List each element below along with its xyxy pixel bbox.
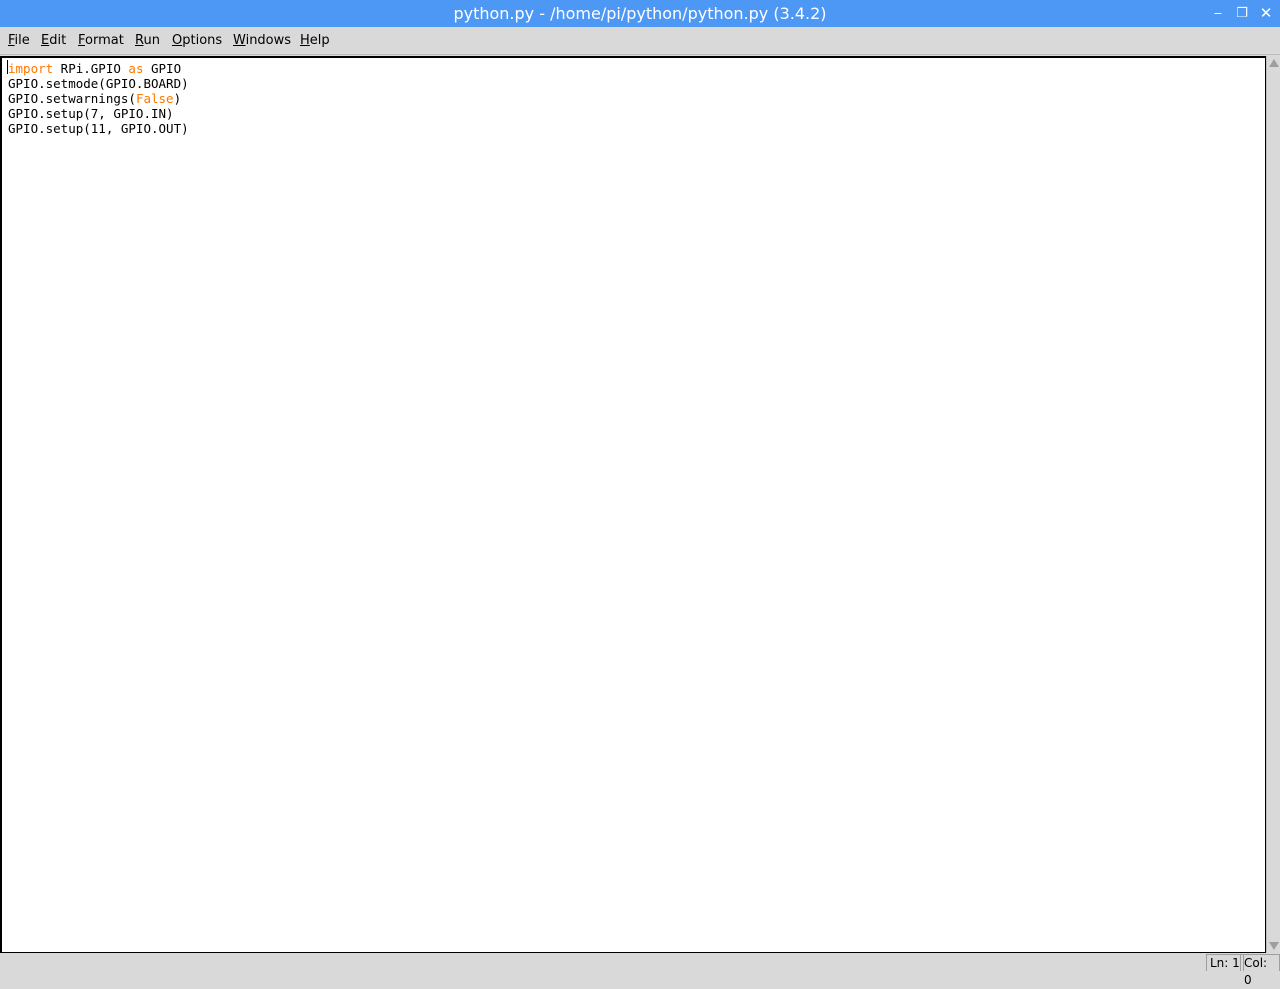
status-line-number: Ln: 1 (1206, 954, 1244, 971)
menu-edit[interactable]: Edit (41, 27, 66, 54)
menu-windows-mnemonic: W (233, 33, 246, 48)
menu-help-label: elp (309, 33, 330, 48)
menu-options-label: ptions (182, 33, 223, 48)
menu-run-label: un (143, 33, 160, 48)
menu-windows-label: indows (245, 33, 292, 48)
code-token: GPIO.setup(11, GPIO.OUT) (8, 121, 189, 136)
maximize-button[interactable]: ❐ (1231, 0, 1253, 27)
code-line: GPIO.setup(7, GPIO.IN) (8, 106, 189, 121)
code-token: ) (173, 91, 182, 106)
vertical-scrollbar[interactable] (1266, 56, 1280, 953)
code-line: GPIO.setwarnings(False) (8, 91, 189, 106)
menu-help[interactable]: Help (300, 27, 330, 54)
code-token: GPIO (143, 61, 182, 76)
menu-file-label: ile (14, 33, 30, 48)
menu-edit-mnemonic: E (41, 33, 50, 48)
code-editor[interactable]: import RPi.GPIO as GPIO GPIO.setmode(GPIO… (0, 56, 1266, 953)
menu-edit-label: dit (49, 33, 67, 48)
status-column-number: Col: 0 (1240, 954, 1280, 987)
code-token: GPIO.setwarnings( (8, 91, 136, 106)
minimize-button[interactable]: ‒ (1207, 0, 1229, 27)
code-token: RPi.GPIO (53, 61, 129, 76)
menu-windows[interactable]: Windows (233, 27, 291, 54)
code-token: GPIO.setup(7, GPIO.IN) (8, 106, 174, 121)
text-cursor (7, 60, 8, 74)
window-title: python.py - /home/pi/python/python.py (3… (453, 4, 827, 23)
menu-format[interactable]: Format (78, 27, 124, 54)
code-keyword: as (128, 61, 144, 76)
close-button[interactable]: ✕ (1255, 0, 1277, 27)
scroll-down-arrow-icon[interactable] (1269, 942, 1279, 950)
menu-file[interactable]: File (8, 27, 30, 54)
code-line: GPIO.setup(11, GPIO.OUT) (8, 121, 189, 136)
menu-options[interactable]: Options (172, 27, 222, 54)
menu-help-mnemonic: H (300, 33, 310, 48)
code-keyword: False (135, 91, 174, 106)
status-bar: Ln: 1 Col: 0 (0, 953, 1280, 987)
code-keyword: import (8, 61, 54, 76)
code-line: import RPi.GPIO as GPIO (8, 61, 189, 76)
menu-format-label: ormat (85, 33, 124, 48)
menu-run[interactable]: Run (135, 27, 160, 54)
menu-options-mnemonic: O (172, 33, 183, 48)
menu-format-mnemonic: F (78, 33, 86, 48)
code-text[interactable]: import RPi.GPIO as GPIO GPIO.setmode(GPIO… (8, 61, 189, 136)
scroll-up-arrow-icon[interactable] (1269, 59, 1279, 67)
code-line: GPIO.setmode(GPIO.BOARD) (8, 76, 189, 91)
code-token: GPIO.setmode(GPIO.BOARD) (8, 76, 189, 91)
window-titlebar[interactable]: python.py - /home/pi/python/python.py (3… (0, 0, 1280, 27)
menu-bar: File Edit Format Run Options Windows Hel… (0, 27, 1280, 55)
